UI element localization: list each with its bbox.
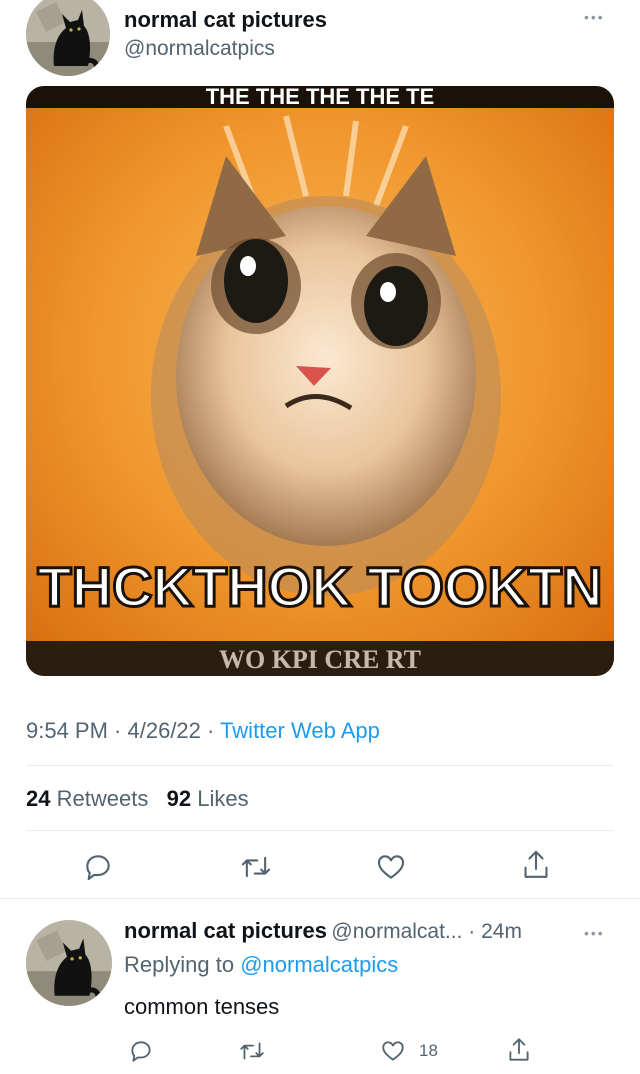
likes-link[interactable]: 92 Likes [167, 786, 249, 811]
image-bottom-strip: WO KPI CRE RT [219, 645, 421, 674]
retweets-link[interactable]: 24 Retweets [26, 786, 148, 811]
tweet-image[interactable]: THE THE THE THE TE THCKTHOK TOOKTN WO KP… [26, 86, 614, 676]
reply-icon [131, 1041, 151, 1062]
reply-author-avatar[interactable] [26, 920, 112, 1006]
replying-prefix: Replying to [124, 952, 241, 977]
retweet-button[interactable] [239, 851, 273, 883]
image-top-caption: THE THE THE THE TE [206, 86, 435, 109]
reply-share-button[interactable] [506, 1036, 532, 1064]
meta-separator: · [107, 718, 128, 743]
divider [26, 765, 614, 766]
retweet-icon [241, 856, 271, 878]
reply-reply-button[interactable] [128, 1038, 154, 1064]
reply-like-button[interactable]: 18 [379, 1038, 438, 1064]
tweet-time[interactable]: 9:54 PM [26, 718, 108, 743]
tweet-meta: 9:54 PM · 4/26/22 · Twitter Web App [26, 718, 380, 744]
like-icon [382, 1041, 404, 1061]
retweets-label: Retweets [56, 786, 149, 811]
author-avatar[interactable] [26, 0, 110, 76]
reply-text: common tenses [124, 994, 280, 1019]
share-icon [509, 1038, 529, 1061]
author-name[interactable]: normal cat pictures [124, 7, 327, 33]
author-handle[interactable]: @normalcatpics [124, 37, 275, 61]
reply-header: normal cat pictures @normalcat... · 24m [124, 918, 522, 944]
tweet-source[interactable]: Twitter Web App [220, 718, 380, 743]
reply-like-count: 18 [419, 1041, 438, 1060]
reply-time[interactable]: 24m [481, 920, 522, 943]
like-icon [377, 855, 405, 879]
meta-separator: · [200, 718, 221, 743]
tweet-stats: 24 Retweets 92 Likes [26, 786, 249, 812]
tweet-date[interactable]: 4/26/22 [128, 718, 201, 743]
more-options-icon[interactable]: ••• [584, 9, 605, 25]
reply-retweet-button[interactable] [238, 1038, 266, 1064]
replying-mention[interactable]: @normalcatpics [240, 952, 398, 977]
reply-icon [86, 855, 110, 881]
reply-author-name[interactable]: normal cat pictures [124, 918, 327, 943]
likes-count: 92 [166, 786, 192, 811]
reply-separator: · [462, 920, 482, 943]
replying-to: Replying to @normalcatpics [124, 952, 398, 978]
reply-button[interactable] [82, 851, 114, 883]
reply-author-handle[interactable]: @normalcat... [331, 920, 462, 943]
share-icon [524, 850, 548, 878]
retweets-count: 24 [26, 786, 51, 811]
reply-more-options-icon[interactable]: ••• [584, 925, 605, 941]
retweet-icon [240, 1042, 264, 1060]
share-button[interactable] [520, 848, 552, 882]
likes-label: Likes [197, 786, 249, 811]
like-button[interactable] [374, 851, 408, 883]
divider [26, 830, 614, 831]
section-divider [0, 898, 640, 899]
image-bottom-caption: THCKTHOK TOOKTN [37, 555, 602, 618]
